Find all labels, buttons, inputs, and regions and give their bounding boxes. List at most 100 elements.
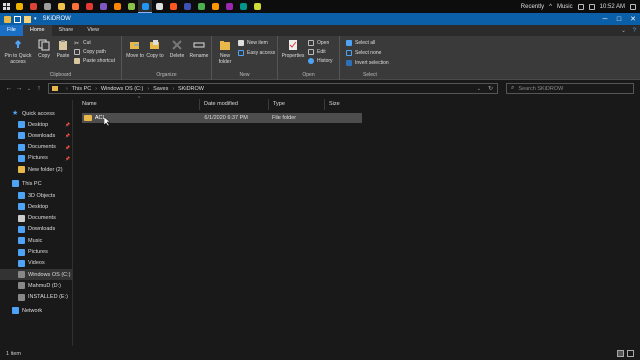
help-icon[interactable]: ? bbox=[633, 28, 636, 34]
chevron-up-icon[interactable]: ^ bbox=[549, 4, 552, 10]
nav-quick-item[interactable]: Downloads 📌 bbox=[0, 130, 73, 141]
taskbar-settings-icon[interactable] bbox=[124, 0, 138, 13]
taskbar-app-yellow-icon[interactable] bbox=[250, 0, 264, 13]
easy-access-button[interactable]: Easy access bbox=[238, 49, 275, 57]
nav-pc-item[interactable]: Music bbox=[0, 235, 73, 246]
copy-button[interactable]: Copy bbox=[36, 39, 52, 59]
new-item-button[interactable]: New item bbox=[238, 39, 268, 47]
tab-view[interactable]: View bbox=[80, 25, 106, 36]
paste-shortcut-button[interactable]: Paste shortcut bbox=[74, 57, 115, 65]
pin-icon[interactable]: 📌 bbox=[65, 156, 70, 161]
copy-path-button[interactable]: Copy path bbox=[74, 48, 106, 56]
breadcrumb-skidrow[interactable]: SKiDROW bbox=[178, 86, 204, 92]
minimize-button[interactable]: ─ bbox=[598, 13, 612, 25]
taskbar-explorer-icon[interactable] bbox=[12, 0, 26, 13]
chevron-right-icon[interactable]: › bbox=[172, 86, 174, 92]
tab-home[interactable]: Home bbox=[22, 25, 52, 36]
new-folder-button[interactable]: New folder bbox=[214, 39, 236, 65]
nav-quick-access[interactable]: ★ Quick access bbox=[0, 108, 73, 119]
pin-icon[interactable]: 📌 bbox=[65, 145, 70, 150]
taskbar-app-red-icon[interactable] bbox=[82, 0, 96, 13]
properties-button[interactable]: Properties bbox=[280, 39, 306, 59]
forward-arrow-icon[interactable]: → bbox=[14, 84, 24, 94]
nav-pc-item[interactable]: Videos bbox=[0, 258, 73, 269]
taskbar-app-green-icon[interactable] bbox=[194, 0, 208, 13]
paste-button[interactable]: Paste bbox=[55, 39, 71, 59]
taskbar-app-purple-icon[interactable] bbox=[222, 0, 236, 13]
breadcrumb-windows-os[interactable]: Windows OS (C:) bbox=[101, 86, 143, 92]
chevron-down-icon[interactable]: ⌄ bbox=[477, 86, 481, 92]
open-button[interactable]: Open bbox=[308, 39, 329, 47]
column-size[interactable]: Size bbox=[325, 99, 365, 110]
pin-icon[interactable]: 📌 bbox=[65, 133, 70, 138]
delete-button[interactable]: Delete bbox=[168, 39, 186, 59]
column-date-modified[interactable]: Date modified bbox=[200, 99, 269, 110]
edit-button[interactable]: Edit bbox=[308, 48, 326, 56]
taskbar-clock-icon[interactable] bbox=[40, 0, 54, 13]
pin-icon[interactable]: 📌 bbox=[65, 122, 70, 127]
nav-quick-item[interactable]: Desktop 📌 bbox=[0, 119, 73, 130]
taskbar-tool-icon[interactable] bbox=[166, 0, 180, 13]
copy-to-button[interactable]: Copy to bbox=[146, 39, 164, 59]
large-icons-view-icon[interactable] bbox=[627, 350, 634, 357]
chevron-down-icon[interactable]: ⌄ bbox=[621, 27, 626, 34]
taskbar-shield-icon[interactable] bbox=[152, 0, 166, 13]
nav-pc-item[interactable]: Desktop bbox=[0, 201, 73, 212]
nav-pc-item[interactable]: INSTALLED (E:) bbox=[0, 292, 73, 303]
breadcrumb-saves[interactable]: Saves bbox=[153, 86, 168, 92]
cut-button[interactable]: ✂ Cut bbox=[74, 39, 91, 47]
invert-selection-button[interactable]: Invert selection bbox=[346, 59, 389, 67]
move-to-button[interactable]: Move to bbox=[126, 39, 144, 59]
taskbar-folder-icon[interactable] bbox=[54, 0, 68, 13]
details-view-icon[interactable] bbox=[617, 350, 624, 357]
pin-to-quick-access-button[interactable]: Pin to Quick access bbox=[2, 39, 34, 65]
new-folder-icon[interactable] bbox=[24, 15, 31, 23]
history-button[interactable]: History bbox=[308, 57, 333, 65]
taskbar-firefox-icon[interactable] bbox=[68, 0, 82, 13]
nav-network[interactable]: Network bbox=[0, 305, 73, 316]
nav-quick-item[interactable]: Pictures 📌 bbox=[0, 153, 73, 164]
taskbar-app-orange-icon[interactable] bbox=[208, 0, 222, 13]
taskbar-app-blue-icon[interactable] bbox=[180, 0, 194, 13]
rename-button[interactable]: Rename bbox=[188, 39, 210, 59]
select-all-button[interactable]: Select all bbox=[346, 39, 375, 47]
notification-icon[interactable] bbox=[630, 3, 636, 10]
close-button[interactable]: ✕ bbox=[626, 13, 640, 25]
breadcrumb-this-pc[interactable]: This PC bbox=[72, 86, 92, 92]
chevron-right-icon[interactable]: › bbox=[147, 86, 149, 92]
column-type[interactable]: Type bbox=[269, 99, 325, 110]
chevron-down-icon[interactable]: ▾ bbox=[34, 16, 37, 22]
nav-pc-item[interactable]: Windows OS (C:) bbox=[0, 269, 73, 281]
tab-file[interactable]: File bbox=[0, 25, 23, 36]
back-arrow-icon[interactable]: ← bbox=[4, 84, 14, 94]
nav-pc-item[interactable]: MahmuD (D:) bbox=[0, 280, 73, 291]
select-none-button[interactable]: Select none bbox=[346, 49, 381, 57]
network-icon[interactable] bbox=[577, 3, 584, 10]
music-label[interactable]: Music bbox=[557, 4, 573, 10]
address-bar[interactable]: › This PC › Windows OS (C:) › Saves › SK… bbox=[48, 83, 498, 94]
tab-share[interactable]: Share bbox=[52, 25, 81, 36]
nav-quick-item[interactable]: Documents 📌 bbox=[0, 142, 73, 153]
nav-pc-item[interactable]: Pictures bbox=[0, 247, 73, 258]
refresh-icon[interactable]: ↻ bbox=[488, 85, 493, 92]
nav-quick-item[interactable]: New folder (2) bbox=[0, 164, 73, 175]
nav-pc-item[interactable]: Documents bbox=[0, 213, 73, 224]
up-arrow-icon[interactable]: ↑ bbox=[34, 84, 44, 94]
taskbar-media-icon[interactable] bbox=[96, 0, 110, 13]
clock-time[interactable]: 10:52 AM bbox=[600, 4, 625, 10]
nav-this-pc[interactable]: This PC bbox=[0, 178, 73, 189]
chevron-right-icon[interactable]: › bbox=[95, 86, 97, 92]
chevron-right-icon[interactable]: › bbox=[66, 86, 68, 92]
nav-pc-item[interactable]: Downloads bbox=[0, 224, 73, 235]
maximize-button[interactable]: □ bbox=[612, 13, 626, 25]
nav-pc-item[interactable]: 3D Objects bbox=[0, 190, 73, 201]
windows-start-icon[interactable] bbox=[0, 0, 12, 13]
recent-locations-icon[interactable]: ⌄ bbox=[24, 84, 34, 94]
properties-icon[interactable] bbox=[14, 15, 21, 23]
table-row[interactable]: ACL 6/1/2020 6:37 PM File folder bbox=[82, 113, 362, 123]
search-input[interactable]: ⌕ Search SKiDROW bbox=[506, 83, 634, 94]
volume-icon[interactable] bbox=[588, 3, 595, 10]
taskbar-active-window-icon[interactable] bbox=[138, 0, 152, 13]
recently-label[interactable]: Recently bbox=[521, 4, 544, 10]
taskbar-app-teal-icon[interactable] bbox=[236, 0, 250, 13]
